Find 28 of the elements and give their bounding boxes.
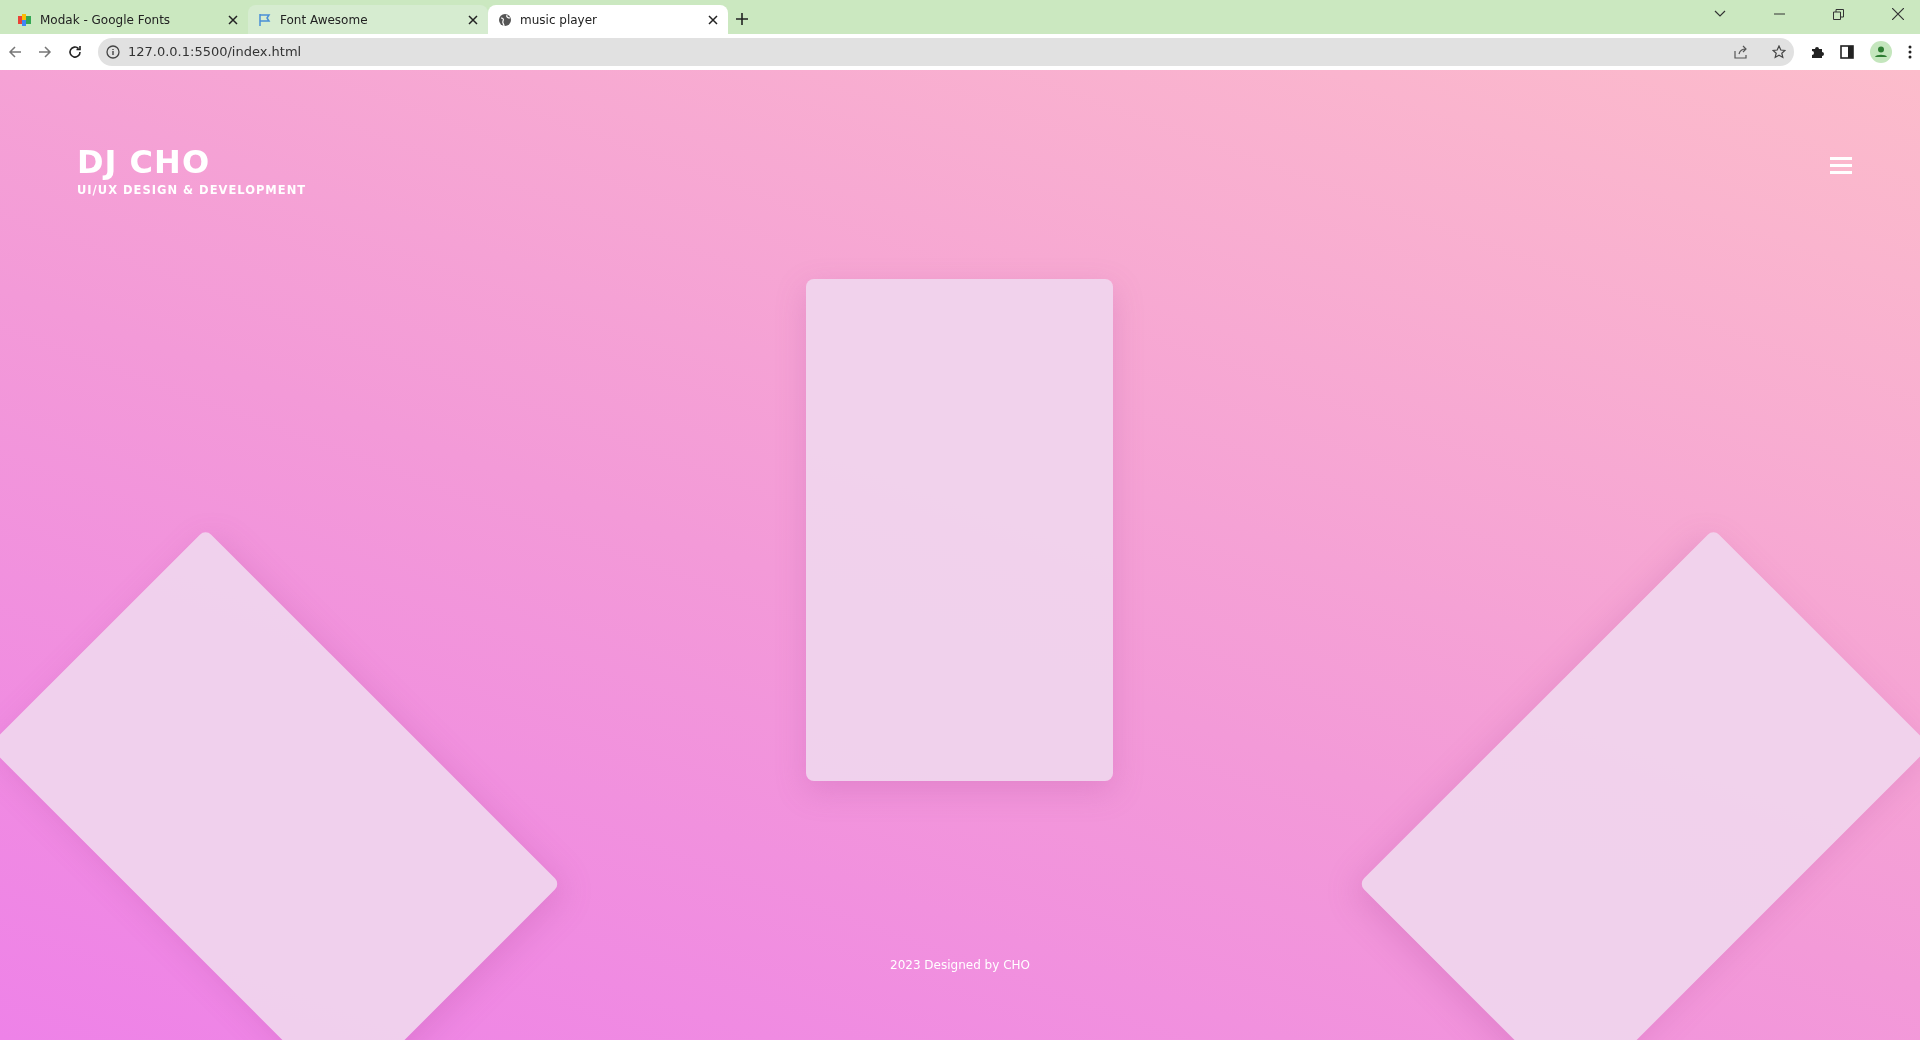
restore-icon[interactable] bbox=[1833, 8, 1844, 20]
footer-text: 2023 Designed by CHO bbox=[890, 958, 1030, 972]
forward-arrow-icon[interactable] bbox=[38, 45, 52, 59]
chevron-down-icon[interactable] bbox=[1714, 10, 1726, 18]
profile-avatar-icon[interactable] bbox=[1870, 41, 1892, 63]
close-icon[interactable] bbox=[708, 14, 718, 25]
menu-icon bbox=[1830, 155, 1852, 174]
close-icon[interactable] bbox=[228, 14, 238, 25]
address-bar[interactable]: 127.0.0.1:5500/index.html bbox=[98, 38, 1794, 66]
browser-tab[interactable]: Font Awesome bbox=[248, 5, 488, 34]
close-icon[interactable] bbox=[1892, 8, 1904, 20]
share-icon[interactable] bbox=[1734, 45, 1748, 59]
star-icon[interactable] bbox=[1772, 45, 1786, 59]
back-arrow-icon[interactable] bbox=[8, 45, 22, 59]
new-tab-icon[interactable] bbox=[736, 13, 748, 25]
browser-tab[interactable]: music player bbox=[488, 5, 728, 34]
browser-tab[interactable]: Modak - Google Fonts bbox=[8, 5, 248, 34]
colored-blocks-icon bbox=[18, 12, 32, 27]
info-icon[interactable] bbox=[106, 45, 120, 59]
url-text: 127.0.0.1:5500/index.html bbox=[128, 43, 303, 62]
tagline: UI/UX DESIGN & DEVELOPMENT bbox=[77, 182, 307, 199]
globe-icon bbox=[498, 12, 512, 27]
more-menu-icon[interactable] bbox=[1908, 45, 1912, 59]
reload-icon[interactable] bbox=[68, 45, 82, 59]
puzzle-icon[interactable] bbox=[1810, 45, 1824, 59]
flag-icon bbox=[258, 12, 272, 27]
close-icon[interactable] bbox=[468, 14, 478, 25]
side-panel-icon[interactable] bbox=[1840, 45, 1854, 59]
